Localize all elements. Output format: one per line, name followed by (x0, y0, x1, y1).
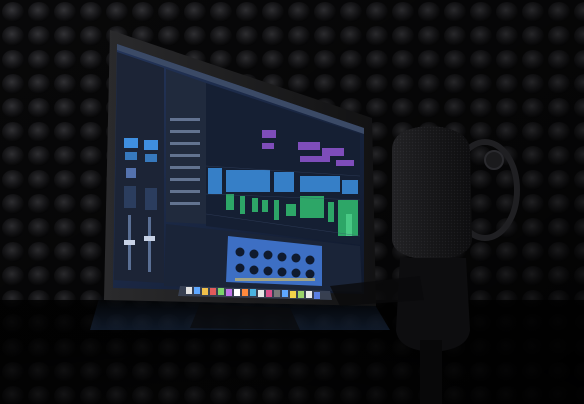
condenser-microphone (330, 126, 520, 404)
mic-body (396, 258, 470, 352)
mic-stand (420, 340, 442, 404)
recording-booth-photo (0, 0, 584, 404)
